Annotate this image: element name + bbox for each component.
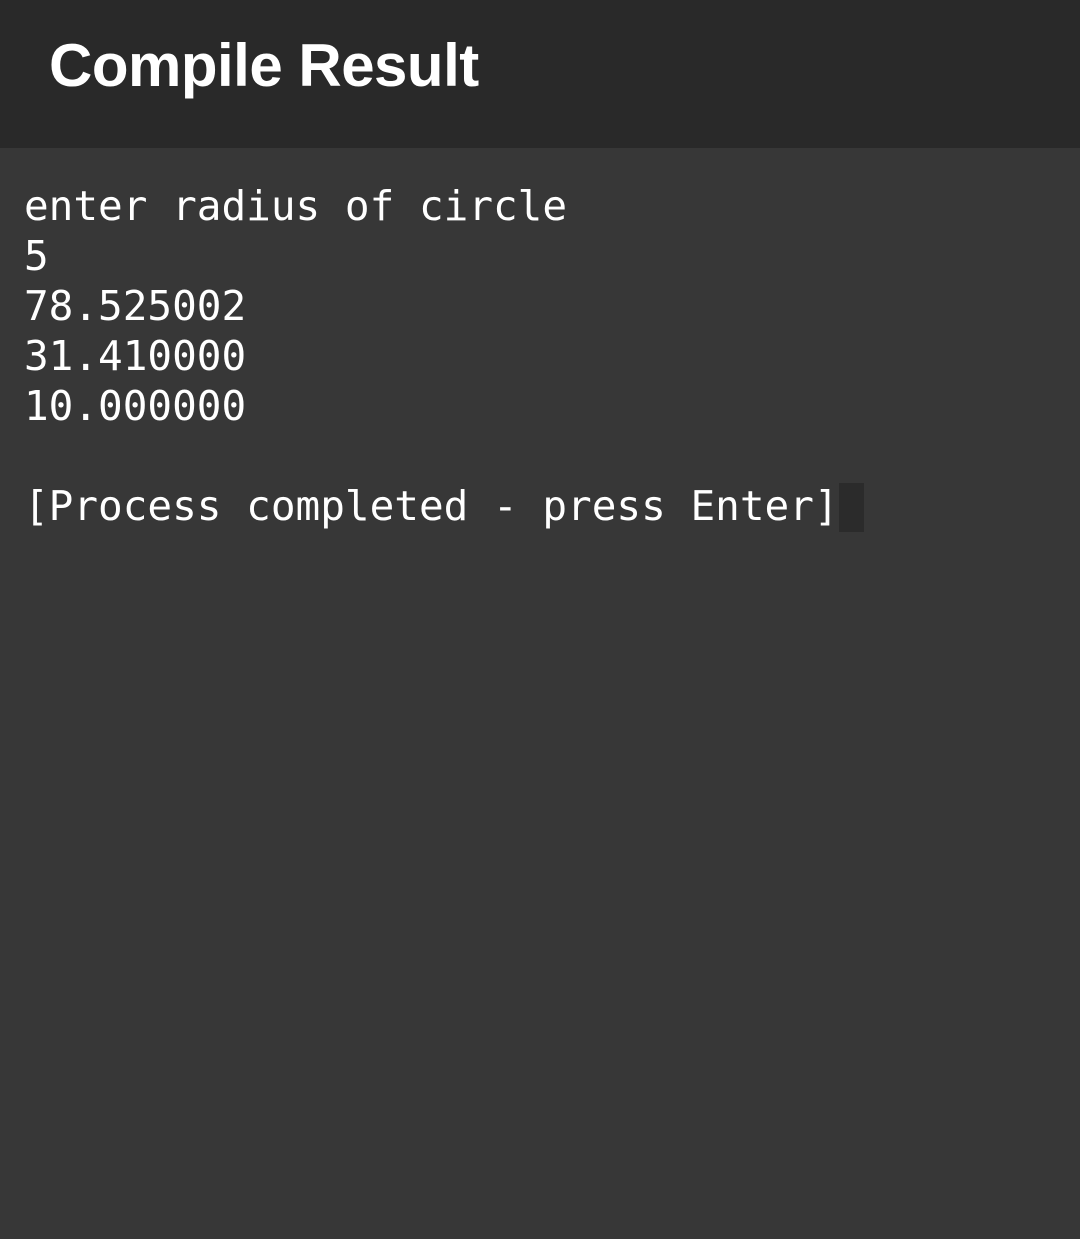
terminal-line: 10.000000 bbox=[24, 382, 247, 430]
terminal-prompt-line: [Process completed - press Enter] bbox=[24, 481, 1064, 532]
terminal-line: 78.525002 bbox=[24, 282, 247, 330]
page-title: Compile Result bbox=[49, 32, 479, 99]
app-bar: Compile Result bbox=[0, 0, 1080, 148]
terminal-line: 5 bbox=[24, 232, 49, 280]
terminal-line: 31.410000 bbox=[24, 332, 247, 380]
text-cursor bbox=[838, 483, 864, 532]
process-completed-message: [Process completed - press Enter] bbox=[24, 482, 839, 530]
terminal-output[interactable]: enter radius of circle 5 78.525002 31.41… bbox=[24, 181, 1064, 532]
terminal-line: enter radius of circle bbox=[24, 182, 568, 230]
compile-result-screen: Compile Result enter radius of circle 5 … bbox=[0, 0, 1080, 1239]
